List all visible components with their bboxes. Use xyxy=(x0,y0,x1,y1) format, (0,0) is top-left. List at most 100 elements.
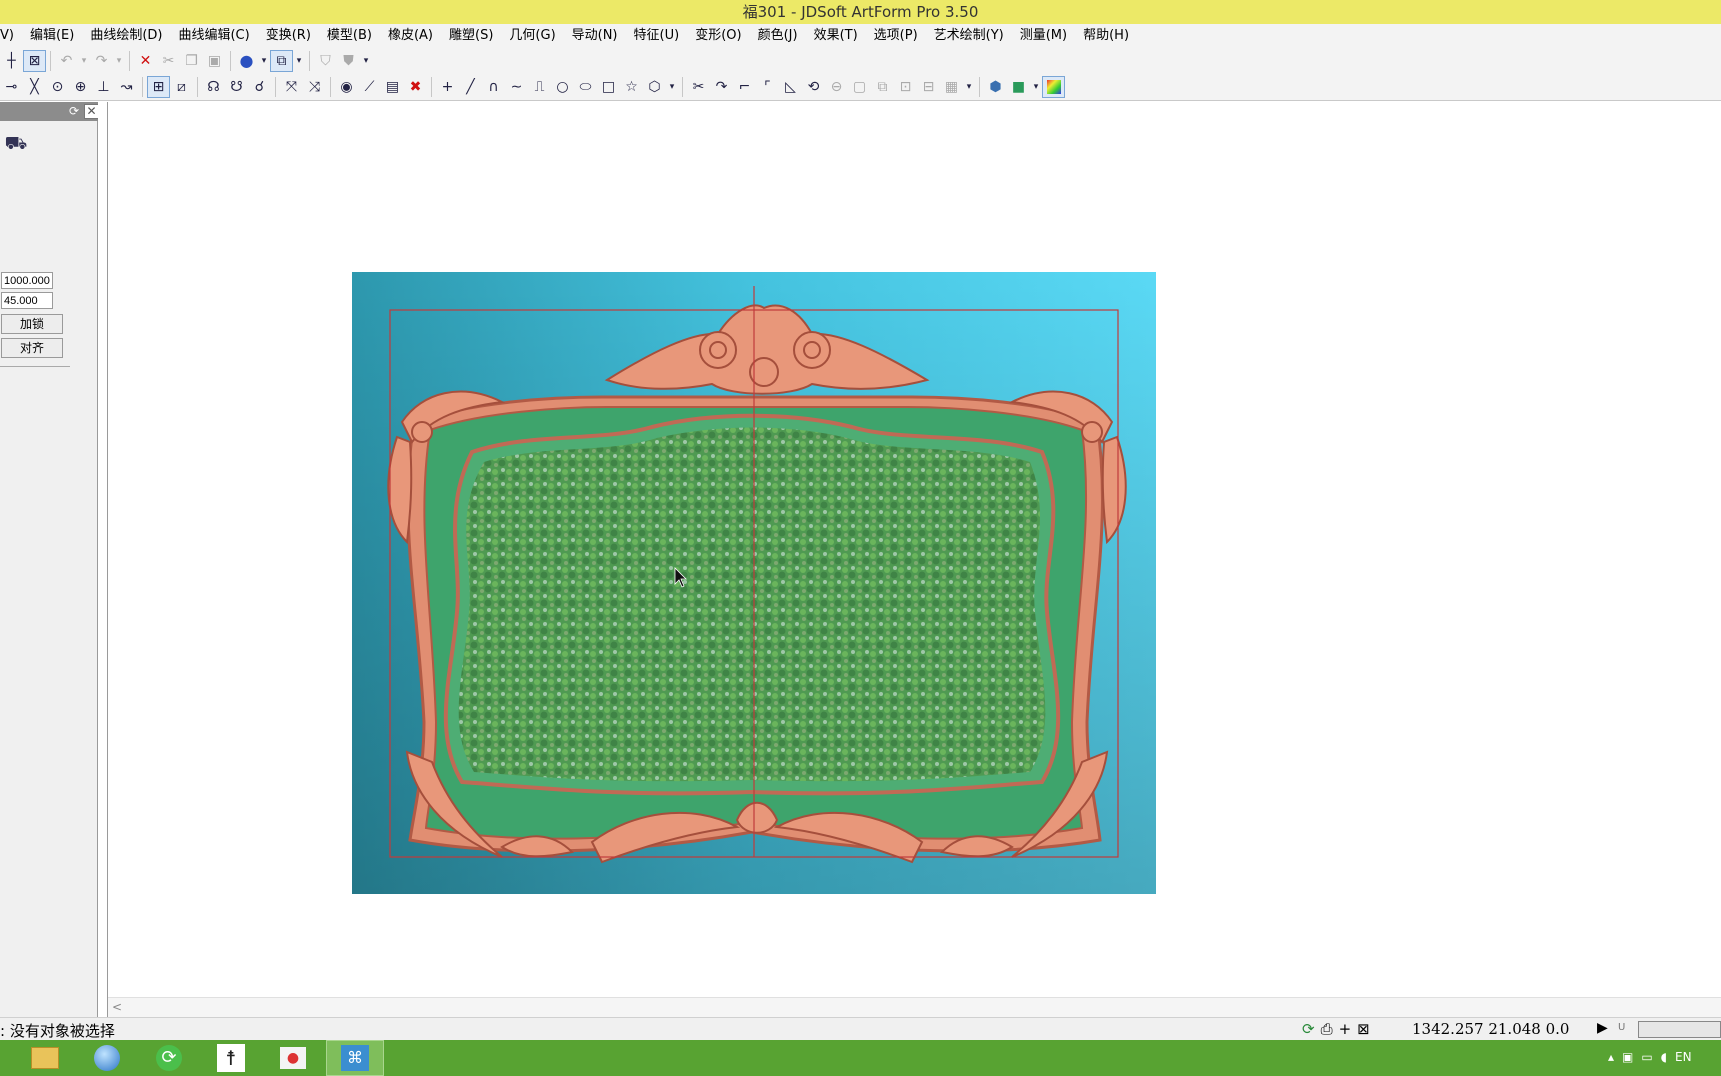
menu-feature[interactable]: 特征(U) xyxy=(626,24,688,48)
fill-color-dropdown-icon[interactable]: ▾ xyxy=(1030,76,1042,98)
undo-icon[interactable]: ↶ xyxy=(55,50,78,72)
gradient-icon[interactable] xyxy=(1042,75,1065,98)
menu-eraser[interactable]: 橡皮(A) xyxy=(380,24,441,48)
close-icon[interactable]: ✕ xyxy=(84,104,99,119)
pin-icon[interactable]: ⟳ xyxy=(67,104,81,118)
plus-icon[interactable]: + xyxy=(436,76,459,98)
cube-icon[interactable]: ⬢ xyxy=(984,76,1007,98)
menu-edit[interactable]: 编辑(E) xyxy=(22,24,82,48)
crosshair-icon[interactable]: + xyxy=(1339,1020,1352,1038)
artform-app-icon[interactable]: ⌘ xyxy=(326,1040,384,1076)
scissors-icon[interactable]: ✂ xyxy=(687,76,710,98)
circle-icon[interactable]: ○ xyxy=(551,76,574,98)
redo-dropdown-icon[interactable]: ▾ xyxy=(113,50,125,72)
shade-dark-icon[interactable]: ⛊ xyxy=(337,50,360,72)
cross-icon[interactable]: ╳ xyxy=(23,76,46,98)
sphere-view-icon[interactable]: ● xyxy=(235,50,258,72)
horizontal-scrollbar[interactable]: < xyxy=(108,997,1721,1017)
size-input[interactable] xyxy=(1,272,53,289)
rectangle-icon[interactable]: □ xyxy=(597,76,620,98)
cut-icon[interactable]: ✂ xyxy=(157,50,180,72)
tray-expand-icon[interactable]: ▴ xyxy=(1608,1050,1614,1064)
zoom-box-icon[interactable]: ⧄ xyxy=(170,76,193,98)
chamfer-icon[interactable]: ⌜ xyxy=(756,76,779,98)
shade-icon[interactable]: ⛉ xyxy=(314,50,337,72)
eye-icon[interactable]: ◉ xyxy=(335,76,358,98)
cube-dropdown-icon[interactable]: ▾ xyxy=(293,50,305,72)
relief-model-render[interactable] xyxy=(352,272,1156,894)
menu-geometry[interactable]: 几何(G) xyxy=(501,24,563,48)
stamp-icon[interactable]: ⎙ xyxy=(1321,1020,1333,1038)
fit-view-icon[interactable]: ⊠ xyxy=(1357,1020,1370,1038)
perpendicular-icon[interactable]: ⊥ xyxy=(92,76,115,98)
circle-snap-icon[interactable]: ⊙ xyxy=(46,76,69,98)
refresh-app-icon[interactable]: ⟳ xyxy=(140,1040,198,1076)
tray-monitor-icon[interactable]: ▭ xyxy=(1641,1050,1652,1064)
tool-icon[interactable]: ⛟ xyxy=(4,132,28,156)
link-icon[interactable]: ⊖ xyxy=(825,76,848,98)
grid-icon[interactable]: ⊞ xyxy=(147,75,170,98)
fill-color-icon[interactable]: ■ xyxy=(1007,76,1030,98)
tangent-icon[interactable]: ↝ xyxy=(115,76,138,98)
angle-input[interactable] xyxy=(1,292,53,309)
menu-effect[interactable]: 效果(T) xyxy=(806,24,866,48)
sync-icon[interactable]: ⟳ xyxy=(1302,1020,1315,1038)
node-del-icon[interactable]: ☌ xyxy=(248,76,271,98)
redo-icon[interactable]: ↷ xyxy=(90,50,113,72)
group-icon[interactable]: ⊡ xyxy=(894,76,917,98)
media-app-icon[interactable]: ● xyxy=(264,1040,322,1076)
file-explorer-icon[interactable] xyxy=(16,1040,74,1076)
menu-deform[interactable]: 变形(O) xyxy=(687,24,749,48)
menu-transform[interactable]: 变换(R) xyxy=(258,24,319,48)
offset-icon[interactable]: ⟲ xyxy=(802,76,825,98)
sphere-dropdown-icon[interactable]: ▾ xyxy=(258,50,270,72)
wave-icon[interactable]: ∼ xyxy=(505,76,528,98)
star-icon[interactable]: ☆ xyxy=(620,76,643,98)
ellipse-icon[interactable]: ⬭ xyxy=(574,76,597,98)
target-icon[interactable]: ⊕ xyxy=(69,76,92,98)
panel-splitter[interactable] xyxy=(98,102,108,1017)
menu-sweep[interactable]: 导动(N) xyxy=(564,24,626,48)
copy-icon[interactable]: ❐ xyxy=(180,50,203,72)
menu-curve-draw[interactable]: 曲线绘制(D) xyxy=(82,24,170,48)
polygon-icon[interactable]: ⬡ xyxy=(643,76,666,98)
drawing-canvas[interactable] xyxy=(108,102,1721,997)
corner-icon[interactable]: ◺ xyxy=(779,76,802,98)
pick-icon[interactable]: ⤧ xyxy=(280,76,303,98)
line-icon[interactable]: ╱ xyxy=(459,76,482,98)
select-box-icon[interactable]: ⊠ xyxy=(23,49,46,72)
fillet-icon[interactable]: ⌐ xyxy=(733,76,756,98)
align-button[interactable]: 对齐 xyxy=(1,338,63,358)
node-add-icon[interactable]: ☋ xyxy=(225,76,248,98)
arc-icon[interactable]: ∩ xyxy=(482,76,505,98)
undo-dropdown-icon[interactable]: ▾ xyxy=(78,50,90,72)
menu-options[interactable]: 选项(P) xyxy=(866,24,926,48)
paste-icon[interactable]: ▣ xyxy=(203,50,226,72)
scroll-left-icon[interactable]: < xyxy=(112,1000,122,1014)
square-icon[interactable]: ▢ xyxy=(848,76,871,98)
menu-model[interactable]: 模型(B) xyxy=(319,24,380,48)
shade-dropdown-icon[interactable]: ▾ xyxy=(360,50,372,72)
menu-view[interactable]: V) xyxy=(0,24,22,48)
array-dropdown-icon[interactable]: ▾ xyxy=(963,76,975,98)
menu-curve-edit[interactable]: 曲线编辑(C) xyxy=(170,24,257,48)
cube-view-icon[interactable]: ⧉ xyxy=(270,49,293,72)
node-icon[interactable]: ☊ xyxy=(202,76,225,98)
menu-sculpt[interactable]: 雕塑(S) xyxy=(441,24,501,48)
delete-icon[interactable]: ✕ xyxy=(134,50,157,72)
snap-icon[interactable]: ┼ xyxy=(0,50,23,72)
tray-lang[interactable]: EN xyxy=(1675,1050,1692,1064)
menu-color[interactable]: 颜色(J) xyxy=(750,24,806,48)
ungroup-icon[interactable]: ⊟ xyxy=(917,76,940,98)
menu-measure[interactable]: 测量(M) xyxy=(1012,24,1075,48)
tray-network-icon[interactable]: ▣ xyxy=(1622,1050,1633,1064)
tray-volume-icon[interactable]: ◖ xyxy=(1661,1050,1667,1064)
layers-icon[interactable]: ⧉ xyxy=(871,76,894,98)
text-box-icon[interactable]: ▤ xyxy=(381,76,404,98)
play-icon[interactable]: ▶ xyxy=(1597,1020,1608,1036)
trim-icon[interactable]: ⟋ xyxy=(358,76,381,98)
lock-button[interactable]: 加锁 xyxy=(1,314,63,334)
menu-art-draw[interactable]: 艺术绘制(Y) xyxy=(926,24,1012,48)
figure-app-icon[interactable]: ☨ xyxy=(202,1040,260,1076)
browser-icon[interactable] xyxy=(78,1040,136,1076)
